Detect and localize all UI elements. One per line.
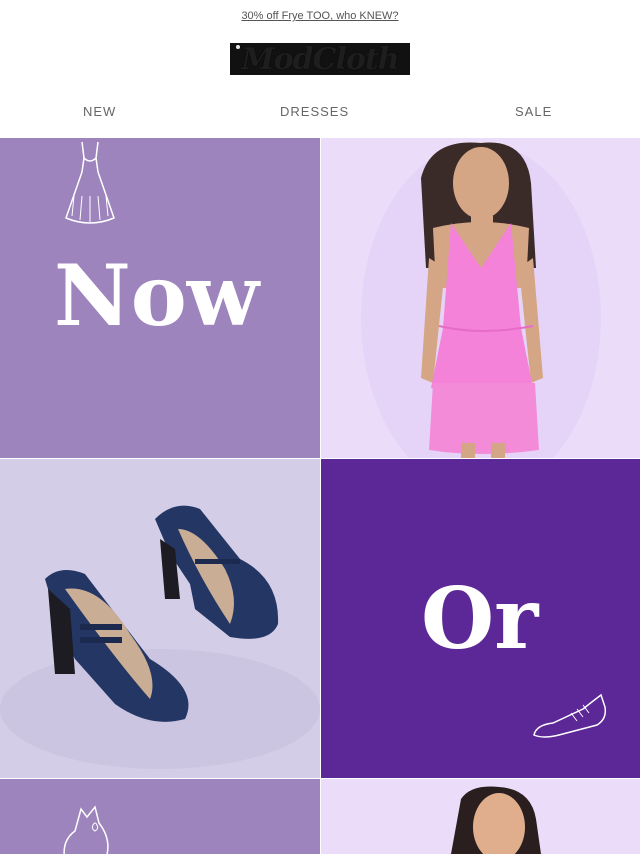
promo-link[interactable]: 30% off Frye TOO, who KNEW? [241,10,398,22]
promo-banner: 30% off Frye TOO, who KNEW? [0,0,640,32]
now-word: Now [54,246,260,345]
now-tile[interactable]: Now [0,138,320,458]
shoes-tile[interactable] [0,459,320,778]
pink-dress-model-image [361,142,601,458]
nav-item-sale[interactable]: SALE [515,104,552,119]
cat-icon [63,805,109,854]
shoe-icon [533,693,607,738]
main-nav: NEW DRESSES SALE [0,104,640,124]
logo-text: ModCloth [241,41,399,77]
model-portrait-image [451,786,541,854]
navy-mary-jane-shoes-image [0,505,320,769]
logo-dot [236,45,240,49]
nav-item-dresses[interactable]: DRESSES [280,104,349,119]
model-tile[interactable] [321,779,640,854]
dress-icon [65,141,115,224]
nav-item-new[interactable]: NEW [83,104,116,119]
or-word: Or [421,569,539,668]
pink-dress-tile[interactable] [321,138,640,458]
or-tile[interactable]: Or [321,459,640,778]
cat-tile[interactable] [0,779,320,854]
modcloth-logo[interactable]: ModCloth [230,41,410,77]
